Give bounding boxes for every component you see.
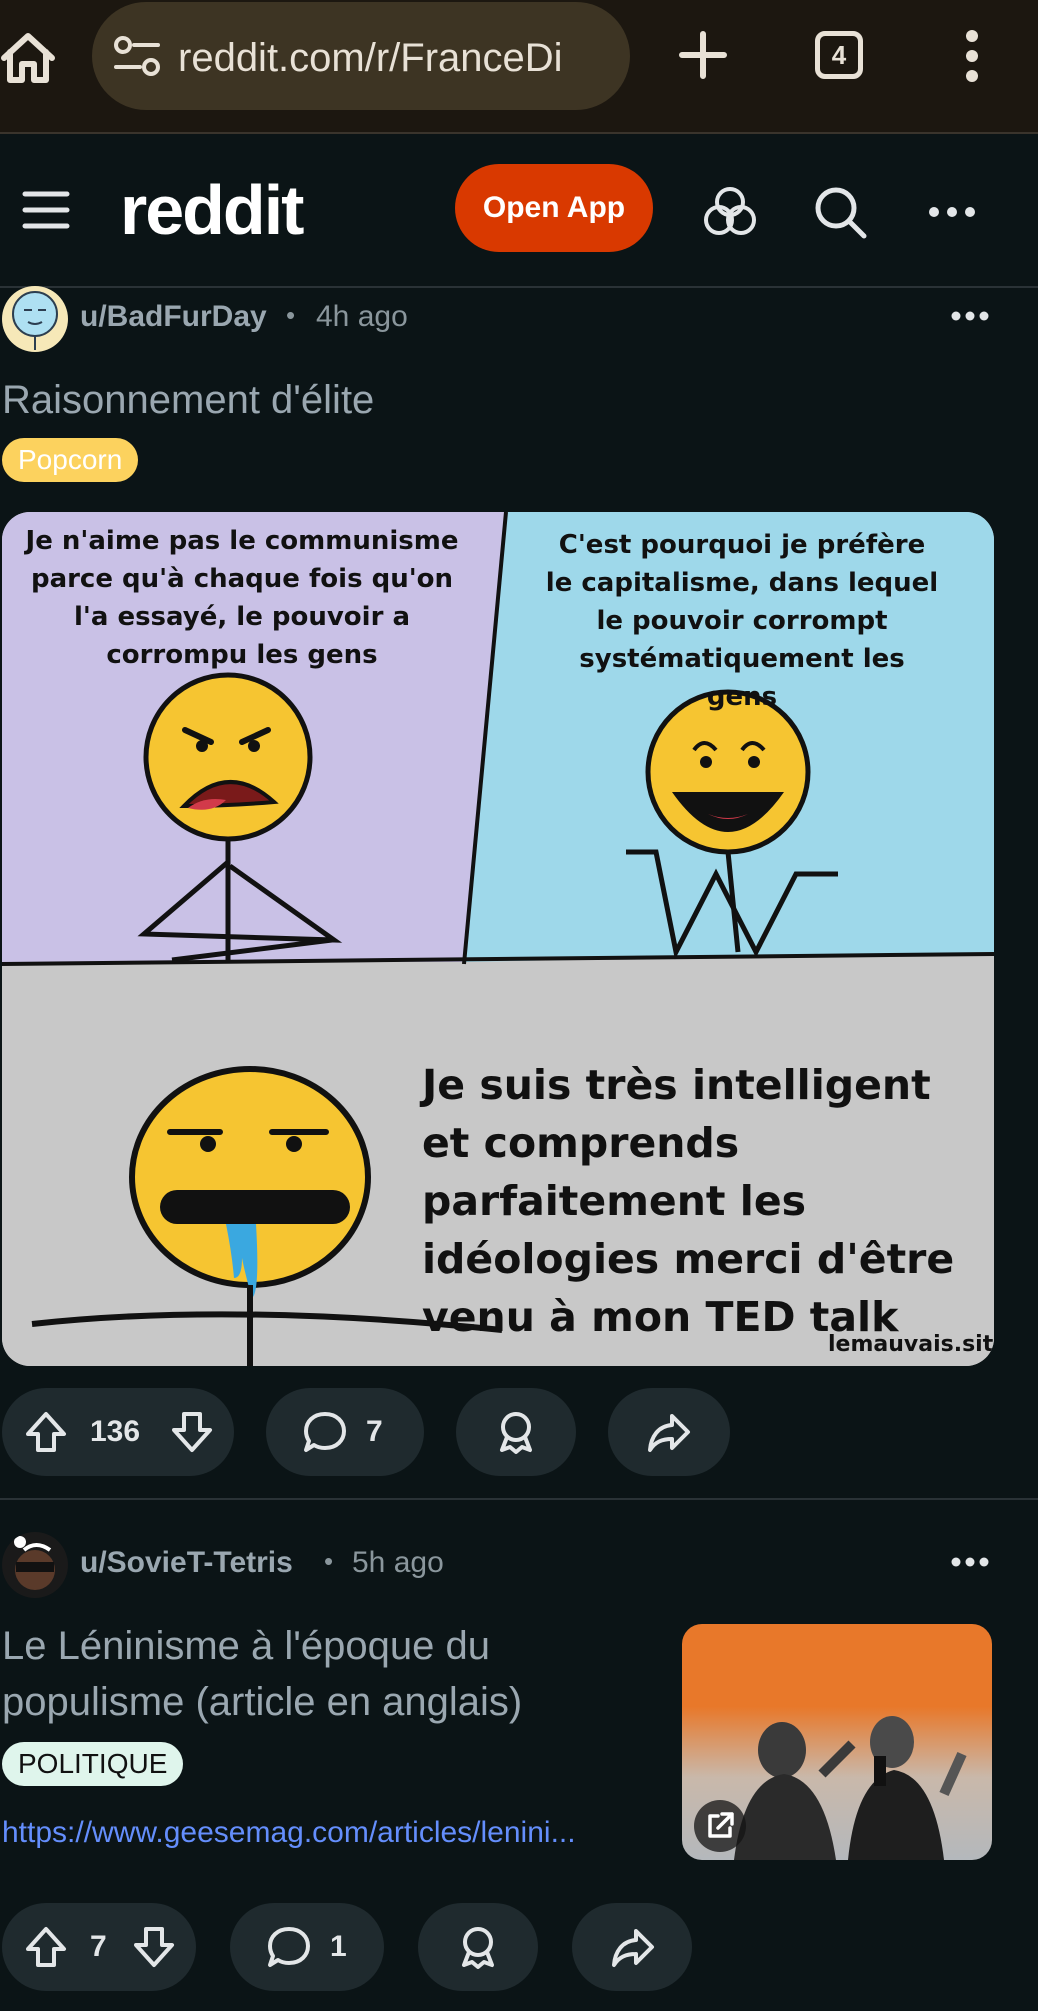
link-thumbnail[interactable] xyxy=(682,1624,992,1860)
award-icon xyxy=(462,1927,494,1969)
post-meta: u/BadFurDay • 4h ago xyxy=(0,286,1038,356)
home-icon[interactable] xyxy=(0,24,56,88)
avatar[interactable] xyxy=(2,286,68,352)
post-link[interactable]: https://www.geesemag.com/articles/lenini… xyxy=(2,1816,662,1850)
post-time: 5h ago xyxy=(352,1546,444,1579)
upvote-arrow-icon[interactable] xyxy=(24,1925,68,1969)
post-divider xyxy=(0,1498,1038,1500)
external-link-button[interactable] xyxy=(694,1800,746,1852)
kebab-menu-icon[interactable] xyxy=(960,26,984,86)
username[interactable]: u/BadFurDay xyxy=(80,300,267,334)
reddit-logo[interactable]: reddit xyxy=(120,170,304,250)
comment-count: 7 xyxy=(366,1415,383,1448)
award-button[interactable] xyxy=(456,1388,576,1476)
vote-pill: 7 xyxy=(2,1903,196,1991)
share-button[interactable] xyxy=(572,1903,692,1991)
plus-icon[interactable] xyxy=(676,28,730,82)
open-app-button[interactable]: Open App xyxy=(455,164,653,252)
more-horizontal-icon[interactable] xyxy=(950,308,990,324)
chat-bubbles-icon[interactable] xyxy=(702,184,758,240)
post-actions: 7 1 xyxy=(0,1903,1038,1991)
post-image[interactable]: Je n'aime pas le communisme parce qu'à c… xyxy=(2,512,994,1366)
award-icon xyxy=(500,1412,532,1454)
post-flair[interactable]: POLITIQUE xyxy=(2,1742,184,1786)
share-arrow-icon xyxy=(648,1414,690,1452)
comment-bubble-icon xyxy=(304,1412,346,1452)
browser-toolbar: reddit.com/r/FranceDi 4 xyxy=(0,0,1038,134)
site-settings-icon[interactable] xyxy=(112,34,162,78)
share-arrow-icon xyxy=(612,1929,654,1967)
comments-button[interactable]: 1 xyxy=(230,1903,384,1991)
downvote-arrow-icon[interactable] xyxy=(132,1925,176,1969)
comic-panel-3-text: Je suis très intelligent et comprends pa… xyxy=(422,1061,955,1341)
comment-bubble-icon xyxy=(268,1927,310,1967)
address-bar[interactable]: reddit.com/r/FranceDi xyxy=(92,2,630,110)
post-time: 4h ago xyxy=(316,300,408,333)
vote-pill: 136 xyxy=(2,1388,234,1476)
meta-separator: • xyxy=(286,300,296,330)
post-meta: u/SovieT-Tetris • 5h ago xyxy=(0,1532,1038,1602)
post-title[interactable]: Le Léninisme à l'époque du populisme (ar… xyxy=(2,1618,642,1730)
post-title[interactable]: Raisonnement d'élite xyxy=(2,372,374,428)
hamburger-icon[interactable] xyxy=(22,190,70,230)
vote-count: 136 xyxy=(90,1415,141,1448)
reddit-header: reddit Open App xyxy=(0,134,1038,288)
meta-separator: • xyxy=(324,1546,334,1576)
upvote-arrow-icon[interactable] xyxy=(24,1410,68,1454)
username[interactable]: u/SovieT-Tetris xyxy=(80,1546,293,1580)
vote-count: 7 xyxy=(90,1930,107,1963)
tab-switcher-button[interactable]: 4 xyxy=(815,31,863,79)
avatar[interactable] xyxy=(2,1532,68,1598)
more-horizontal-icon[interactable] xyxy=(924,184,980,240)
search-icon[interactable] xyxy=(812,184,868,240)
downvote-arrow-icon[interactable] xyxy=(170,1410,214,1454)
comic-watermark: lemauvais.site xyxy=(828,1332,994,1357)
post-actions: 136 7 xyxy=(0,1388,1038,1476)
award-button[interactable] xyxy=(418,1903,538,1991)
url-text[interactable]: reddit.com/r/FranceDi xyxy=(178,32,618,84)
comments-button[interactable]: 7 xyxy=(266,1388,424,1476)
more-horizontal-icon[interactable] xyxy=(950,1554,990,1570)
comic-panel-2-text: C'est pourquoi je préfère le capitalisme… xyxy=(545,530,939,712)
post-flair[interactable]: Popcorn xyxy=(2,438,139,482)
share-button[interactable] xyxy=(608,1388,730,1476)
external-link-icon xyxy=(708,1812,734,1838)
comment-count: 1 xyxy=(330,1930,347,1963)
comic-panel-1-text: Je n'aime pas le communisme parce qu'à c… xyxy=(25,526,459,670)
